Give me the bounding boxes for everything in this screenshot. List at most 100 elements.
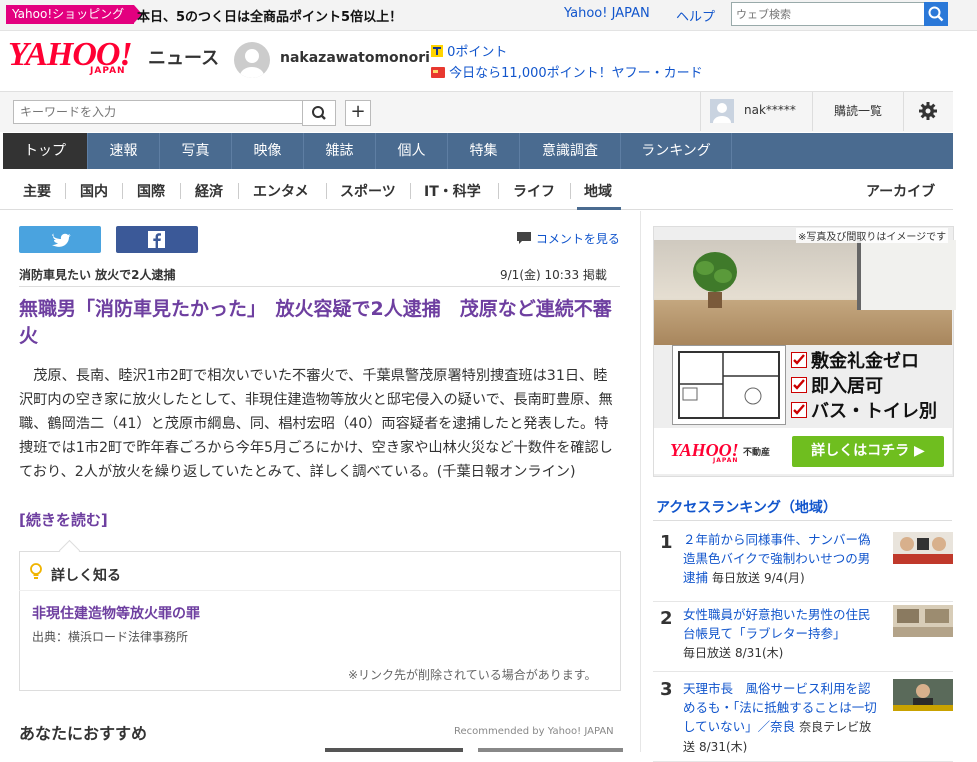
facebook-icon xyxy=(148,231,165,248)
plant-icon xyxy=(693,252,737,308)
checkbox-icon xyxy=(791,377,807,393)
separator xyxy=(498,183,499,199)
checkbox-icon xyxy=(791,352,807,368)
recommend-title: あなたにおすすめ xyxy=(19,724,148,743)
shopping-badge[interactable]: Yahoo!ショッピング xyxy=(6,5,143,24)
user-name[interactable]: nak***** xyxy=(744,103,796,117)
detail-title: 詳しく知る xyxy=(51,568,121,584)
separator xyxy=(122,183,123,199)
category-local[interactable]: 地域 xyxy=(584,181,612,201)
rank-number: 3 xyxy=(660,679,673,700)
publish-date: 9/1(金) 10:33 掲載 xyxy=(500,268,607,282)
ad-bullet: バス・トイレ別 xyxy=(811,401,937,422)
user-avatar[interactable] xyxy=(710,99,734,130)
divider xyxy=(653,520,952,521)
ad-disclaimer: ※写真及び間取りはイメージです xyxy=(796,228,949,243)
yahoo-japan-link[interactable]: Yahoo! JAPAN xyxy=(564,6,650,21)
username[interactable]: nakazawatomonori xyxy=(280,50,430,66)
nav-video[interactable]: 映像 xyxy=(232,133,304,169)
category-entertainment[interactable]: エンタメ xyxy=(253,181,309,201)
rank-source: 毎日放送 xyxy=(712,571,761,585)
twitter-share-button[interactable] xyxy=(19,226,101,253)
search-icon xyxy=(928,6,944,22)
category-main[interactable]: 主要 xyxy=(23,181,51,201)
nav-ranking[interactable]: ランキング xyxy=(621,133,732,169)
rank-thumbnail[interactable] xyxy=(893,679,953,711)
lightbulb-icon xyxy=(30,563,42,581)
ranking-item[interactable]: 3 天理市長 風俗サービス利用を認めるも・「法に抵触することは一切していない」／… xyxy=(653,671,953,762)
web-search-button[interactable] xyxy=(924,2,948,26)
read-more-link[interactable]: [続きを読む] xyxy=(19,509,108,530)
promo-text[interactable]: 本日、5のつく日は全商品ポイント5倍以上！ xyxy=(137,6,402,25)
card-promo-link[interactable]: 今日なら11,000ポイント！ヤフー・カード xyxy=(431,62,703,81)
ranking-item[interactable]: 1 ２年前から同様事件、ナンバー偽造黒色バイクで強制わいせつの男逮捕 毎日放送 … xyxy=(653,524,953,602)
divider xyxy=(19,590,620,591)
avatar[interactable] xyxy=(234,42,270,78)
comment-icon xyxy=(517,232,531,244)
floorplan-icon xyxy=(672,345,786,425)
rank-headline[interactable]: 天理市長 風俗サービス利用を認めるも・「法に抵触することは一切していない」／奈良… xyxy=(683,679,879,757)
help-link[interactable]: ヘルプ xyxy=(676,6,715,25)
ad-window xyxy=(857,240,956,310)
separator xyxy=(570,183,571,199)
rank-date: 9/4(月) xyxy=(764,571,805,585)
main-nav: トップ 速報 写真 映像 雑誌 個人 特集 意識調査 ランキング xyxy=(3,133,953,169)
nav-personal[interactable]: 個人 xyxy=(376,133,448,169)
tpoint-icon xyxy=(431,45,443,57)
nav-feature[interactable]: 特集 xyxy=(448,133,520,169)
twitter-bird-icon xyxy=(52,233,71,247)
nav-top[interactable]: トップ xyxy=(3,133,88,169)
article-kicker: 消防車見たい 放火で2人逮捕 xyxy=(19,268,176,282)
ad-bullet: 即入居可 xyxy=(811,376,883,397)
gear-icon xyxy=(919,102,937,120)
recommend-credit: Recommended by Yahoo! JAPAN xyxy=(454,726,614,737)
rank-headline[interactable]: 女性職員が好意抱いた男性の住民台帳見て「ラブレター持参」 毎日放送 8/31(木… xyxy=(683,605,879,663)
ad-cta-button[interactable]: 詳しくはコチラ ▶ xyxy=(792,436,944,467)
recommend-thumbnail[interactable] xyxy=(325,748,463,752)
active-category-indicator xyxy=(577,207,621,210)
rank-number: 2 xyxy=(660,608,673,629)
rank-number: 1 xyxy=(660,532,673,553)
category-it-science[interactable]: IT・科学 xyxy=(424,181,481,201)
card-icon xyxy=(431,67,445,78)
rank-source: 毎日放送 xyxy=(683,646,732,660)
rank-headline[interactable]: ２年前から同様事件、ナンバー偽造黒色バイクで強制わいせつの男逮捕 毎日放送 9/… xyxy=(683,530,879,588)
yahoo-logo[interactable]: YAHOO! JAPAN xyxy=(8,38,133,77)
keyword-search-input[interactable] xyxy=(13,100,307,124)
user-silhouette-icon xyxy=(240,49,264,78)
detail-link[interactable]: 非現住建造物等放火罪の罪 xyxy=(32,603,200,623)
ranking-title[interactable]: アクセスランキング（地域） xyxy=(656,497,837,517)
recommend-thumbnail[interactable] xyxy=(478,748,623,752)
subscriptions-button[interactable]: 購読一覧 xyxy=(812,92,904,131)
category-economy[interactable]: 経済 xyxy=(195,181,223,201)
separator xyxy=(65,183,66,199)
separator xyxy=(238,183,239,199)
web-search-input[interactable] xyxy=(731,2,929,26)
category-international[interactable]: 国際 xyxy=(137,181,165,201)
ad-logo-service: 不動産 xyxy=(743,448,771,458)
archive-link[interactable]: アーカイブ xyxy=(866,181,935,201)
nav-photo[interactable]: 写真 xyxy=(160,133,232,169)
nav-breaking[interactable]: 速報 xyxy=(88,133,160,169)
rank-thumbnail[interactable] xyxy=(893,605,953,637)
search-icon xyxy=(312,106,326,120)
category-life[interactable]: ライフ xyxy=(513,181,555,201)
nav-survey[interactable]: 意識調査 xyxy=(520,133,621,169)
separator xyxy=(410,183,411,199)
checkbox-icon xyxy=(791,402,807,418)
rank-thumbnail[interactable] xyxy=(893,532,953,564)
ranking-item[interactable]: 2 女性職員が好意抱いた男性の住民台帳見て「ラブレター持参」 毎日放送 8/31… xyxy=(653,601,953,672)
service-name[interactable]: ニュース xyxy=(148,44,219,70)
keyword-search-button[interactable] xyxy=(302,100,336,126)
ad-logo-sub: JAPAN xyxy=(713,457,739,464)
comment-link[interactable]: コメントを見る xyxy=(516,230,620,247)
category-domestic[interactable]: 国内 xyxy=(80,181,108,201)
nav-magazine[interactable]: 雑誌 xyxy=(304,133,376,169)
category-sports[interactable]: スポーツ xyxy=(340,181,396,201)
tpoint-link[interactable]: 0ポイント xyxy=(431,41,507,60)
settings-button[interactable] xyxy=(918,101,938,121)
separator xyxy=(326,183,327,199)
facebook-share-button[interactable] xyxy=(116,226,198,253)
divider xyxy=(19,286,620,287)
add-button[interactable]: + xyxy=(345,100,371,126)
